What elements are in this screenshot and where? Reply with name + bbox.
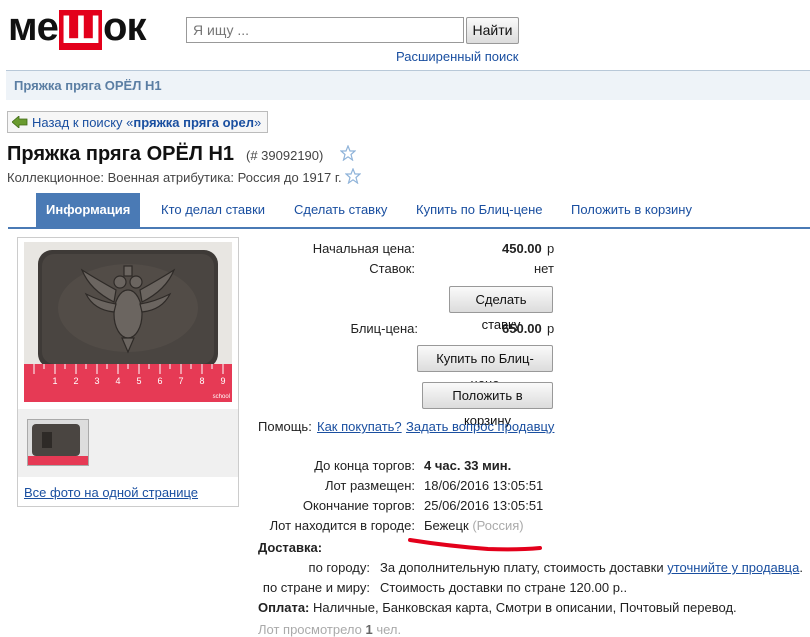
city-name: Бежецк [424, 518, 469, 533]
ruler-digit: 1 [52, 376, 57, 386]
red-underline-annotation [408, 538, 542, 552]
back-query: пряжка пряга орел [133, 114, 254, 130]
tab-place-bid[interactable]: Сделать ставку [294, 193, 387, 227]
views-row: Лот просмотрело 1 чел. [258, 622, 401, 637]
ends-value: 25/06/2016 13:05:51 [424, 498, 544, 513]
favorite-category-star-icon[interactable] [345, 168, 361, 184]
ruler-digit: 2 [73, 376, 78, 386]
how-to-buy-link[interactable]: Как покупать? [317, 419, 402, 434]
lot-number: (# 39092190) [246, 148, 324, 163]
ruler-digit: 7 [178, 376, 183, 386]
start-price-value: 450.00 [502, 241, 542, 256]
lot-title: Пряжка пряга ОРЁЛ Н1 [7, 143, 235, 165]
payment-label: Оплата: [258, 600, 310, 615]
currency-label: р [547, 241, 555, 256]
back-arrow-icon [12, 116, 28, 128]
all-photos-link[interactable]: Все фото на одной странице [24, 485, 198, 500]
logo-text-red: Ш [58, 8, 103, 52]
start-price-label: Начальная цена: [312, 241, 415, 256]
blitz-price-value: 650.00 [502, 321, 542, 336]
blitz-price-label: Блиц-цена: [350, 321, 418, 336]
city-delivery-label: по городу: [308, 560, 370, 575]
lot-tabs: Информация Кто делал ставки Сделать став… [8, 193, 810, 229]
tab-bidders[interactable]: Кто делал ставки [161, 193, 265, 227]
city-delivery-end: . [799, 560, 803, 575]
ruler-digit: 3 [94, 376, 99, 386]
advanced-search-link[interactable]: Расширенный поиск [396, 49, 518, 64]
main-photo[interactable]: 1 2 3 4 5 6 7 8 9 school [24, 242, 232, 402]
payment-row: Оплата: Наличные, Банковская карта, Смот… [258, 600, 737, 615]
breadcrumb-bar: Пряжка пряга ОРЁЛ Н1 [6, 70, 810, 100]
back-to-search-button[interactable]: Назад к поиску «пряжка пряга орел» [7, 111, 269, 133]
city-delivery-value: За дополнительную плату, стоимость доста… [380, 560, 803, 575]
buy-now-button[interactable]: Купить по Блиц-цене [417, 345, 553, 391]
tab-buy-now[interactable]: Купить по Блиц-цене [416, 193, 543, 227]
ruler-digit: 5 [136, 376, 141, 386]
favorite-star-icon[interactable] [340, 145, 356, 161]
city-label: Лот находится в городе: [269, 518, 415, 533]
ruler-digit: 4 [115, 376, 120, 386]
currency-label: р [547, 321, 555, 336]
ask-seller-link[interactable]: Задать вопрос продавцу [406, 419, 554, 434]
back-prefix: Назад к поиску « [32, 114, 134, 130]
ruler-digit: 8 [199, 376, 204, 386]
tab-add-to-cart[interactable]: Положить в корзину [571, 193, 692, 227]
city-delivery-text: За дополнительную плату, стоимость доста… [380, 560, 668, 575]
ruler-brand: school [213, 394, 230, 400]
lot-category: Коллекционное: Военная атрибутика: Росси… [7, 170, 342, 185]
tab-info[interactable]: Информация [36, 193, 141, 227]
photo-thumbnail[interactable] [27, 419, 89, 466]
bids-label: Ставок: [369, 261, 415, 276]
ruler-digit: 6 [157, 376, 162, 386]
site-logo[interactable]: ме Шок [8, 5, 147, 52]
city-value: Бежецк (Россия) [424, 518, 524, 533]
bids-value: нет [534, 261, 554, 276]
time-left-label: До конца торгов: [314, 458, 415, 473]
views-suffix: чел. [372, 622, 402, 637]
country-delivery-label: по стране и миру: [262, 580, 370, 595]
logo-text-start: ме [8, 5, 59, 49]
country-delivery-value: Стоимость доставки по стране 120.00 р.. [380, 580, 628, 595]
add-to-cart-button[interactable]: Положить в корзину [422, 382, 553, 428]
time-left-value: 4 час. 33 мин. [424, 458, 512, 473]
ends-label: Окончание торгов: [302, 498, 415, 513]
search-button[interactable]: Найти [466, 17, 519, 44]
search-input[interactable] [186, 17, 464, 43]
place-bid-button[interactable]: Сделать ставку [449, 286, 553, 332]
logo-text-end: ок [103, 5, 146, 49]
views-count: 1 [365, 622, 373, 637]
breadcrumb-title: Пряжка пряга ОРЁЛ Н1 [14, 78, 162, 93]
placed-label: Лот размещен: [324, 478, 415, 493]
views-prefix: Лот просмотрело [258, 622, 366, 637]
payment-value: Наличные, Банковская карта, Смотри в опи… [313, 600, 737, 615]
ruler-digits: 1 2 3 4 5 6 7 8 9 [52, 376, 225, 386]
country-name: (Россия) [472, 518, 524, 533]
clarify-with-seller-link[interactable]: уточнийте у продавца [667, 560, 799, 575]
placed-value: 18/06/2016 13:05:51 [424, 478, 544, 493]
back-suffix: » [253, 114, 262, 130]
delivery-label: Доставка: [258, 540, 323, 555]
help-label: Помощь: [258, 419, 312, 434]
ruler-digit: 9 [220, 376, 225, 386]
